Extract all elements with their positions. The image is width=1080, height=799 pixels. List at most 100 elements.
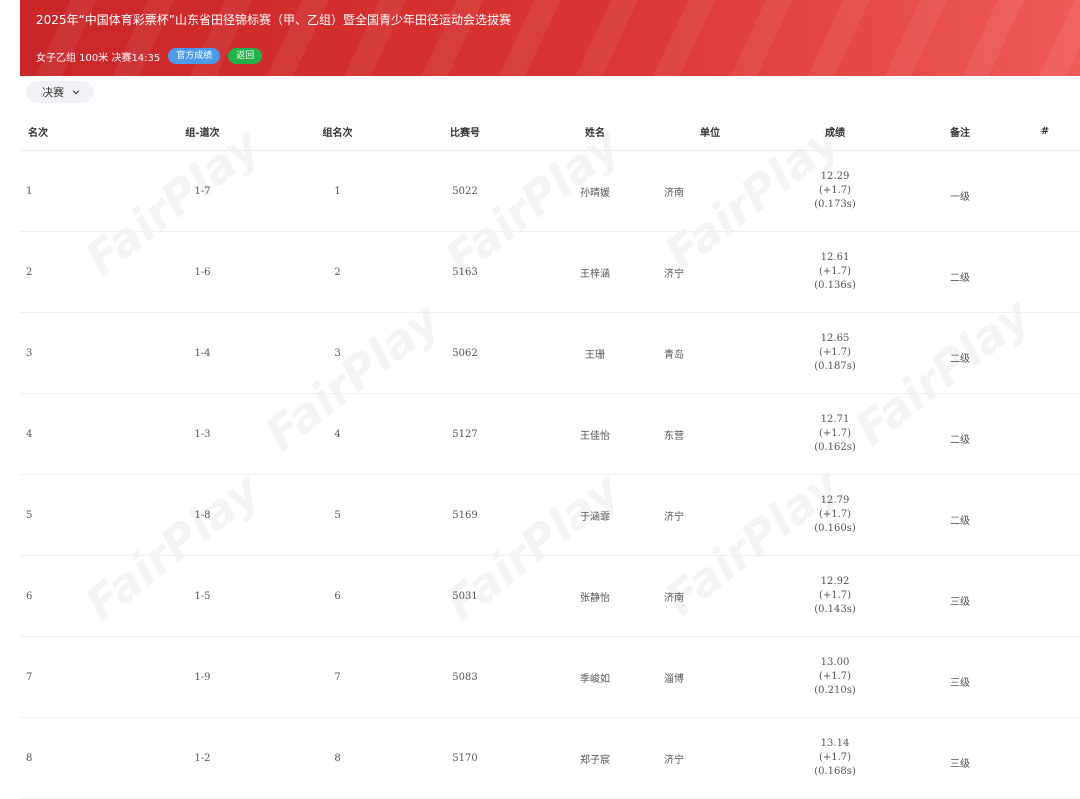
cell-rank: 3 [20, 312, 130, 394]
col-header-name: 姓名 [530, 112, 660, 151]
result-time: 13.14 [820, 738, 850, 749]
col-header-rank: 名次 [20, 112, 130, 151]
round-select-value: 决赛 [42, 86, 64, 99]
cell-bib: 5169 [400, 474, 530, 556]
cell-name: 王珊 [530, 312, 660, 394]
cell-hash [1010, 150, 1080, 232]
cell-rank: 4 [20, 393, 130, 475]
cell-note: 二级 [910, 393, 1010, 475]
result-reaction: (0.210s) [814, 685, 856, 696]
cell-hash [1010, 555, 1080, 637]
cell-heat-rank: 3 [275, 312, 400, 394]
result-wind: (+1.7) [818, 266, 852, 277]
table-row: 2 1-6 2 5163 王梓涵 济宁 12.61 (+1.7) (0.136s… [20, 231, 1080, 313]
result-wind: (+1.7) [818, 509, 852, 520]
cell-heat-rank: 2 [275, 231, 400, 313]
cell-hash [1010, 636, 1080, 718]
cell-heat-lane: 1-4 [130, 312, 275, 394]
cell-bib: 5083 [400, 636, 530, 718]
result-reaction: (0.143s) [814, 604, 856, 615]
cell-rank: 7 [20, 636, 130, 718]
cell-heat-lane: 1-8 [130, 474, 275, 556]
table-row: 8 1-2 8 5170 郑子宸 济宁 13.14 (+1.7) (0.168s… [20, 717, 1080, 799]
page-header: 2025年“中国体育彩票杯”山东省田径锦标赛（甲、乙组）暨全国青少年田径运动会选… [20, 0, 1080, 76]
cell-heat-lane: 1-6 [130, 231, 275, 313]
cell-result: 13.00 (+1.7) (0.210s) [760, 636, 910, 718]
cell-result: 12.61 (+1.7) (0.136s) [760, 231, 910, 313]
cell-heat-lane: 1-9 [130, 636, 275, 718]
cell-result: 12.92 (+1.7) (0.143s) [760, 555, 910, 637]
cell-heat-rank: 7 [275, 636, 400, 718]
cell-heat-rank: 5 [275, 474, 400, 556]
table-row: 5 1-8 5 5169 于涵霏 济宁 12.79 (+1.7) (0.160s… [20, 474, 1080, 556]
cell-note: 三级 [910, 717, 1010, 799]
table-row: 1 1-7 1 5022 孙晴媛 济南 12.29 (+1.7) (0.173s… [20, 150, 1080, 232]
results-table: 名次 组-道次 组名次 比赛号 姓名 单位 成绩 备注 # 1 1-7 1 50… [20, 112, 1080, 799]
cell-hash [1010, 393, 1080, 475]
cell-unit: 济宁 [660, 717, 760, 799]
result-time: 13.00 [820, 657, 850, 668]
cell-heat-lane: 1-5 [130, 555, 275, 637]
cell-hash [1010, 474, 1080, 556]
cell-rank: 6 [20, 555, 130, 637]
result-reaction: (0.160s) [814, 523, 856, 534]
col-header-result: 成绩 [760, 112, 910, 151]
cell-heat-lane: 1-2 [130, 717, 275, 799]
cell-result: 12.79 (+1.7) (0.160s) [760, 474, 910, 556]
cell-hash [1010, 717, 1080, 799]
result-wind: (+1.7) [818, 185, 852, 196]
result-time: 12.92 [820, 576, 850, 587]
result-wind: (+1.7) [818, 428, 852, 439]
cell-heat-lane: 1-7 [130, 150, 275, 232]
col-header-heat-lane: 组-道次 [130, 112, 275, 151]
cell-rank: 2 [20, 231, 130, 313]
cell-unit: 济宁 [660, 231, 760, 313]
cell-rank: 1 [20, 150, 130, 232]
cell-heat-rank: 8 [275, 717, 400, 799]
cell-unit: 青岛 [660, 312, 760, 394]
result-time: 12.65 [820, 333, 850, 344]
official-results-badge[interactable]: 官方成绩 [168, 48, 221, 64]
cell-result: 12.29 (+1.7) (0.173s) [760, 150, 910, 232]
cell-name: 张静怡 [530, 555, 660, 637]
result-wind: (+1.7) [818, 347, 852, 358]
col-header-unit: 单位 [660, 112, 760, 151]
chevron-down-icon [72, 90, 80, 95]
cell-heat-rank: 1 [275, 150, 400, 232]
cell-note: 二级 [910, 312, 1010, 394]
table-row: 3 1-4 3 5062 王珊 青岛 12.65 (+1.7) (0.187s)… [20, 312, 1080, 394]
cell-note: 一级 [910, 150, 1010, 232]
cell-rank: 8 [20, 717, 130, 799]
cell-name: 于涵霏 [530, 474, 660, 556]
cell-name: 孙晴媛 [530, 150, 660, 232]
table-row: 6 1-5 6 5031 张静怡 济南 12.92 (+1.7) (0.143s… [20, 555, 1080, 637]
col-header-note: 备注 [910, 112, 1010, 151]
cell-name: 王佳怡 [530, 393, 660, 475]
result-time: 12.61 [820, 252, 850, 263]
event-info: 女子乙组 100米 决赛14:35 [36, 52, 161, 64]
event-info-bar: 女子乙组 100米 决赛14:35 官方成绩 返回 [36, 48, 263, 64]
cell-bib: 5163 [400, 231, 530, 313]
round-select[interactable]: 决赛 [26, 81, 94, 103]
cell-unit: 济南 [660, 150, 760, 232]
result-time: 12.71 [820, 414, 850, 425]
cell-bib: 5127 [400, 393, 530, 475]
cell-rank: 5 [20, 474, 130, 556]
cell-heat-lane: 1-3 [130, 393, 275, 475]
table-header-row: 名次 组-道次 组名次 比赛号 姓名 单位 成绩 备注 # [20, 112, 1080, 151]
result-time: 12.29 [820, 171, 850, 182]
cell-bib: 5031 [400, 555, 530, 637]
cell-hash [1010, 231, 1080, 313]
cell-hash [1010, 312, 1080, 394]
cell-unit: 东营 [660, 393, 760, 475]
result-reaction: (0.168s) [814, 766, 856, 777]
cell-unit: 济南 [660, 555, 760, 637]
col-header-hash: # [1010, 112, 1080, 151]
cell-unit: 济宁 [660, 474, 760, 556]
result-wind: (+1.7) [818, 590, 852, 601]
cell-name: 郑子宸 [530, 717, 660, 799]
back-button[interactable]: 返回 [228, 48, 263, 64]
col-header-heat-rank: 组名次 [275, 112, 400, 151]
cell-note: 三级 [910, 555, 1010, 637]
cell-heat-rank: 6 [275, 555, 400, 637]
